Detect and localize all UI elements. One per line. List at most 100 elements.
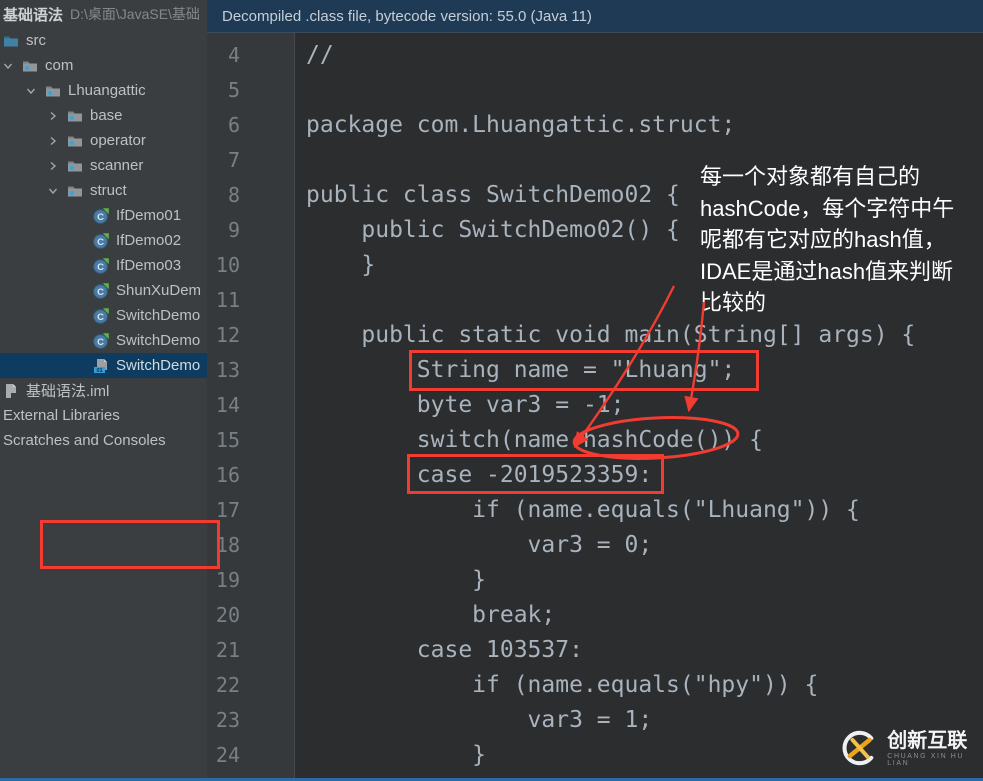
line-text: case -2019523359: xyxy=(306,462,653,488)
java-class-icon: C xyxy=(93,307,109,324)
decompiled-banner-text: Decompiled .class file, bytecode version… xyxy=(222,7,592,25)
line-number: 21 xyxy=(215,638,240,662)
line-number: 4 xyxy=(227,43,240,67)
code-lines: 4 // 5 6 package com.Lhuangattic.struct; 7… xyxy=(207,38,983,781)
tree-item-base[interactable]: base xyxy=(0,103,207,128)
code-line: 21 case 103537: xyxy=(207,633,983,668)
chevron-down-icon[interactable] xyxy=(1,59,15,73)
note-line: 每一个对象都有自己的 xyxy=(700,164,921,189)
chevron-right-icon[interactable] xyxy=(46,159,60,173)
tree-item-label: operator xyxy=(90,132,146,149)
line-number: 9 xyxy=(227,218,240,242)
tree-item-ifdemo01[interactable]: C IfDemo01 xyxy=(0,203,207,228)
code-line: 5 xyxy=(207,73,983,108)
package-icon xyxy=(68,111,82,121)
line-text: break; xyxy=(306,602,556,628)
svg-text:01: 01 xyxy=(96,367,102,373)
project-sidebar: 基础语法 D:\桌面\JavaSE\基础 src com Lhuangattic… xyxy=(0,0,207,781)
tree-item-struct[interactable]: struct xyxy=(0,178,207,203)
tree-item-shunxudemo[interactable]: C ShunXuDem xyxy=(0,278,207,303)
tree-item-iml[interactable]: 基础语法.iml xyxy=(0,378,207,403)
code-line: 13 String name = "Lhuang"; xyxy=(207,353,983,388)
tree-item-label: External Libraries xyxy=(3,407,120,424)
note-line: hashCode，每个字符中午 xyxy=(700,195,955,221)
project-root[interactable]: 基础语法 D:\桌面\JavaSE\基础 xyxy=(0,0,207,28)
svg-text:C: C xyxy=(97,262,104,273)
tree-item-label: SwitchDemo xyxy=(116,332,201,349)
tree-item-label: src xyxy=(26,32,46,49)
line-number: 7 xyxy=(227,148,240,172)
chevron-right-icon[interactable] xyxy=(46,109,60,123)
java-class-icon: C xyxy=(93,282,109,299)
svg-text:C: C xyxy=(97,212,104,223)
code-line: 12 public static void main(String[] args… xyxy=(207,318,983,353)
tree-item-switchdemo-selected[interactable]: 01 SwitchDemo xyxy=(0,353,207,378)
svg-text:C: C xyxy=(97,312,104,323)
line-text: package com.Lhuangattic.struct; xyxy=(306,112,736,138)
package-icon xyxy=(46,86,60,96)
ide-window: 基础语法 D:\桌面\JavaSE\基础 src com Lhuangattic… xyxy=(0,0,983,781)
tree-item-ifdemo03[interactable]: C IfDemo03 xyxy=(0,253,207,278)
decompiled-banner: Decompiled .class file, bytecode version… xyxy=(207,0,983,33)
java-class-icon: C xyxy=(93,332,109,349)
tree-item-label: SwitchDemo xyxy=(116,357,201,374)
hashcode-note: 每一个对象都有自己的 hashCode，每个字符中午 呢都有它对应的hash值，… xyxy=(700,161,978,319)
tree-item-src[interactable]: src xyxy=(0,28,207,53)
line-text: var3 = 1; xyxy=(306,707,653,733)
code-line: 6 package com.Lhuangattic.struct; xyxy=(207,108,983,143)
line-number: 22 xyxy=(215,673,240,697)
tree-item-ifdemo02[interactable]: C IfDemo02 xyxy=(0,228,207,253)
chevron-down-icon[interactable] xyxy=(46,184,60,198)
package-icon xyxy=(68,136,82,146)
line-text: // xyxy=(306,42,334,68)
code-line: 16 case -2019523359: xyxy=(207,458,983,493)
class-file-icon: 01 xyxy=(94,358,107,373)
tree-item-scratches[interactable]: Scratches and Consoles xyxy=(0,428,207,453)
code-line: 19 } xyxy=(207,563,983,598)
watermark-subtitle: CHUANG XIN HU LIAN xyxy=(887,752,965,767)
tree-item-external-libraries[interactable]: External Libraries xyxy=(0,403,207,428)
tree-item-label: 基础语法.iml xyxy=(26,383,110,400)
line-number: 11 xyxy=(215,288,240,312)
tree-item-lhuangattic[interactable]: Lhuangattic xyxy=(0,78,207,103)
chevron-down-icon[interactable] xyxy=(24,84,38,98)
line-text: } xyxy=(306,742,487,768)
line-text: switch(name.hashCode()) { xyxy=(306,427,763,453)
watermark-logo: 创新互联 CHUANG XIN HU LIAN xyxy=(840,727,983,769)
line-text: } xyxy=(306,567,487,593)
tree-item-label: SwitchDemo xyxy=(116,307,201,324)
java-class-icon: C xyxy=(93,232,109,249)
line-number: 16 xyxy=(215,463,240,487)
tree-item-scanner[interactable]: scanner xyxy=(0,153,207,178)
tree-item-switchdemo1[interactable]: C SwitchDemo xyxy=(0,303,207,328)
tree-item-com[interactable]: com xyxy=(0,53,207,78)
code-line: 17 if (name.equals("Lhuang")) { xyxy=(207,493,983,528)
tree-item-switchdemo2[interactable]: C SwitchDemo xyxy=(0,328,207,353)
line-number: 18 xyxy=(215,533,240,557)
chevron-right-icon[interactable] xyxy=(46,134,60,148)
line-text: case 103537: xyxy=(306,637,583,663)
line-text: String name = "Lhuang"; xyxy=(306,357,736,383)
line-text: if (name.equals("Lhuang")) { xyxy=(306,497,860,523)
code-line: 15 switch(name.hashCode()) { xyxy=(207,423,983,458)
tree-item-label: ShunXuDem xyxy=(116,282,202,299)
note-line: 比较的 xyxy=(700,290,767,315)
tree-item-label: IfDemo03 xyxy=(116,257,182,274)
svg-text:C: C xyxy=(97,287,104,298)
line-text xyxy=(295,73,306,108)
tree-item-operator[interactable]: operator xyxy=(0,128,207,153)
tree-item-label: base xyxy=(90,107,123,124)
code-editor[interactable]: 4 // 5 6 package com.Lhuangattic.struct; 7… xyxy=(207,33,983,781)
tree-item-label: Scratches and Consoles xyxy=(3,432,166,449)
svg-text:C: C xyxy=(97,337,104,348)
package-icon xyxy=(23,61,37,71)
tree-item-label: com xyxy=(45,57,74,74)
line-text: } xyxy=(306,252,376,278)
note-line: 呢都有它对应的hash值， xyxy=(700,227,946,252)
line-number: 6 xyxy=(227,113,240,137)
line-text: public SwitchDemo02() { xyxy=(306,217,680,243)
tree-item-label: IfDemo01 xyxy=(116,207,182,224)
package-icon xyxy=(68,186,82,196)
watermark-texts: 创新互联 CHUANG XIN HU LIAN xyxy=(887,730,983,767)
code-line: 14 byte var3 = -1; xyxy=(207,388,983,423)
